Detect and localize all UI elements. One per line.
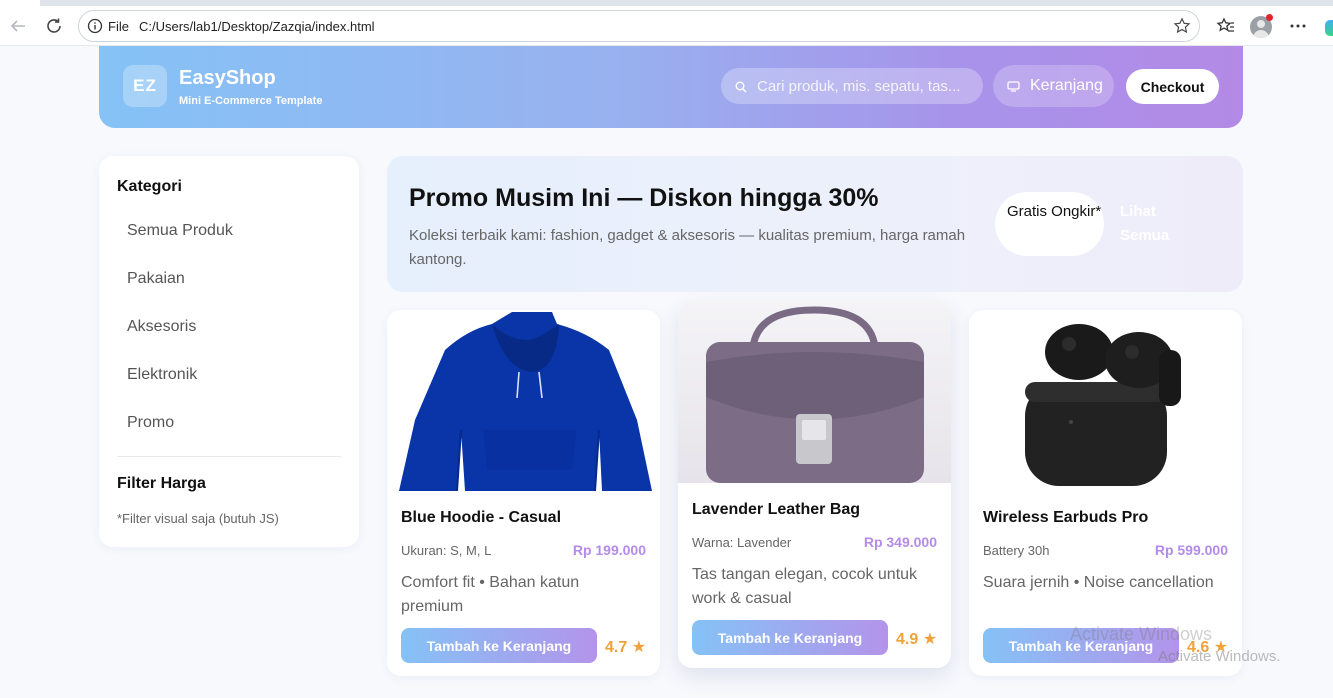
notification-dot xyxy=(1266,14,1273,21)
product-card: Lavender Leather Bag Warna: Lavender Rp … xyxy=(678,302,951,668)
sidebar-divider xyxy=(117,456,341,457)
product-price: Rp 199.000 xyxy=(572,542,646,558)
category-title: Kategori xyxy=(117,178,182,195)
favorites-icon[interactable] xyxy=(1214,14,1238,38)
brand-name[interactable]: EasyShop xyxy=(179,67,276,90)
product-price: Rp 599.000 xyxy=(1154,542,1228,558)
product-rating: 4.9 ★ xyxy=(896,631,938,648)
search-icon xyxy=(735,80,747,98)
product-name[interactable]: Wireless Earbuds Pro xyxy=(983,509,1148,527)
product-meta: Ukuran: S, M, L xyxy=(401,543,492,558)
product-card: Wireless Earbuds Pro Battery 30h Rp 599.… xyxy=(969,310,1242,676)
checkout-button[interactable]: Checkout xyxy=(1126,69,1219,104)
free-shipping-badge: Gratis Ongkir* xyxy=(995,192,1104,256)
edge-copilot-icon[interactable] xyxy=(1325,20,1333,36)
filter-note: *Filter visual saja (butuh JS) xyxy=(117,511,279,526)
refresh-icon[interactable] xyxy=(42,14,66,38)
filter-title: Filter Harga xyxy=(117,475,206,492)
cart-icon xyxy=(1007,80,1020,92)
product-description: Comfort fit • Bahan katun premium xyxy=(401,574,580,615)
category-item-pakaian[interactable]: Pakaian xyxy=(127,270,185,288)
product-name[interactable]: Blue Hoodie - Casual xyxy=(401,509,561,527)
product-meta: Warna: Lavender xyxy=(692,535,792,550)
promo-title: Promo Musim Ini — Diskon hingga 30% xyxy=(409,184,879,212)
category-item-promo[interactable]: Promo xyxy=(127,414,174,432)
windows-watermark-text: Activate Windows. xyxy=(1158,648,1281,665)
back-arrow-icon[interactable] xyxy=(6,14,30,38)
product-image-hoodie[interactable] xyxy=(387,310,660,492)
see-all-link[interactable]: Lihat Semua xyxy=(1120,200,1190,248)
promo-banner: Promo Musim Ini — Diskon hingga 30% Kole… xyxy=(387,156,1243,292)
search-box[interactable] xyxy=(721,68,983,104)
product-rating: 4.7 ★ xyxy=(605,639,647,656)
browser-toolbar: File C:/Users/lab1/Desktop/Zazqia/index.… xyxy=(0,6,1333,46)
more-menu-icon[interactable] xyxy=(1286,14,1310,38)
address-bar[interactable]: File C:/Users/lab1/Desktop/Zazqia/index.… xyxy=(78,10,1200,42)
product-image-earbuds[interactable] xyxy=(969,310,1242,491)
product-description: Tas tangan elegan, cocok untuk work & ca… xyxy=(692,566,918,607)
product-meta: Battery 30h xyxy=(983,543,1050,558)
cart-label: Keranjang xyxy=(1030,77,1103,94)
product-price: Rp 349.000 xyxy=(863,534,937,550)
site-header: EZ EasyShop Mini E-Commerce Template Ker… xyxy=(99,46,1243,128)
cart-button[interactable]: Keranjang xyxy=(993,65,1114,107)
category-item-aksesoris[interactable]: Aksesoris xyxy=(127,318,196,336)
product-name[interactable]: Lavender Leather Bag xyxy=(692,501,860,519)
add-to-cart-button[interactable]: Tambah ke Keranjang xyxy=(401,628,597,663)
category-sidebar: Kategori Semua Produk Pakaian Aksesoris … xyxy=(99,156,359,547)
category-item-semua-produk[interactable]: Semua Produk xyxy=(127,222,233,240)
category-item-elektronik[interactable]: Elektronik xyxy=(127,366,197,384)
info-icon[interactable] xyxy=(87,18,103,39)
windows-watermark-title: Activate Windows xyxy=(1070,624,1213,644)
product-card: Blue Hoodie - Casual Ukuran: S, M, L Rp … xyxy=(387,310,660,676)
favorite-star-icon[interactable] xyxy=(1173,17,1191,40)
brand-logo[interactable]: EZ xyxy=(123,65,167,107)
product-image-bag[interactable] xyxy=(678,302,951,483)
product-description: Suara jernih • Noise cancellation xyxy=(983,574,1214,591)
brand-tagline: Mini E-Commerce Template xyxy=(179,95,323,107)
search-input[interactable] xyxy=(757,68,967,104)
add-to-cart-button[interactable]: Tambah ke Keranjang xyxy=(692,620,888,655)
url-text[interactable]: C:/Users/lab1/Desktop/Zazqia/index.html xyxy=(139,19,375,34)
file-label: File xyxy=(108,19,129,34)
promo-description: Koleksi terbaik kami: fashion, gadget & … xyxy=(409,227,966,268)
